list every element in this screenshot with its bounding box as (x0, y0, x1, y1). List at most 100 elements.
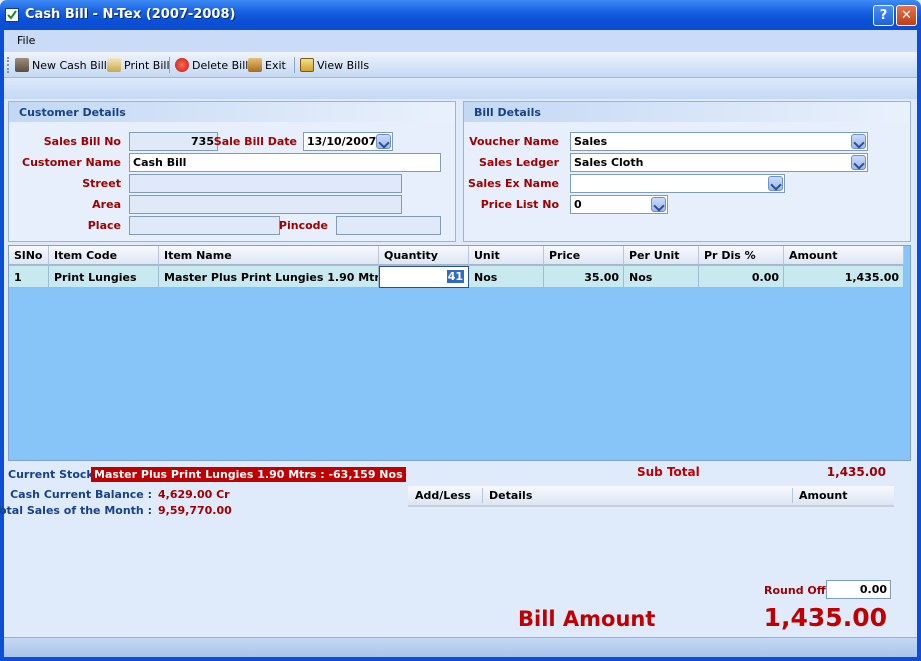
bill-details-heading: Bill Details (464, 102, 910, 122)
new-bill-icon (15, 58, 29, 72)
delete-bill-label: Delete Bill (192, 58, 249, 72)
exit-label: Exit (265, 58, 286, 72)
view-bills-button[interactable]: View Bills (300, 56, 369, 74)
area-label: Area (92, 198, 121, 211)
new-cash-bill-label: New Cash Bill (32, 58, 107, 72)
col-header-item-code[interactable]: Item Code (49, 246, 159, 265)
sales-ex-name-label: Sales Ex Name (468, 177, 559, 190)
close-button[interactable]: ✕ (896, 5, 917, 26)
month-sales-label: Total Sales of the Month : (0, 504, 152, 517)
table-cell-discount[interactable]: 0.00 (699, 266, 784, 288)
sales-ledger-value: Sales Cloth (574, 156, 644, 169)
col-header-per-unit[interactable]: Per Unit (624, 246, 699, 265)
current-stock-value: Master Plus Print Lungies 1.90 Mtrs : -6… (91, 467, 406, 482)
quantity-edit-cell[interactable]: 41 (379, 266, 469, 288)
price-list-no-value: 0 (574, 198, 582, 211)
col-header-unit[interactable]: Unit (469, 246, 544, 265)
chevron-down-icon[interactable] (851, 134, 866, 149)
chevron-down-icon[interactable] (376, 134, 391, 149)
add-less-grid[interactable]: Add/Less Details Amount (408, 486, 894, 507)
toolbar-separator (294, 57, 295, 73)
status-bar (4, 637, 917, 657)
place-field[interactable] (129, 216, 280, 235)
sales-bill-no-field[interactable]: 735 (129, 132, 218, 151)
col-header-discount[interactable]: Pr Dis % (699, 246, 784, 265)
voucher-name-value: Sales (574, 135, 608, 148)
col-header-slno[interactable]: SlNo (9, 246, 49, 265)
col-header-add-less[interactable]: Add/Less (415, 489, 471, 502)
new-cash-bill-button[interactable]: New Cash Bill (15, 56, 107, 74)
quantity-value: 41 (446, 270, 464, 283)
table-cell-amount[interactable]: 1,435.00 (784, 266, 904, 288)
table-cell-item-name[interactable]: Master Plus Print Lungies 1.90 Mtrs (159, 266, 379, 288)
street-label: Street (82, 177, 121, 190)
chevron-down-icon[interactable] (768, 176, 783, 191)
customer-name-label: Customer Name (22, 156, 121, 169)
price-list-no-label: Price List No (480, 198, 559, 211)
toolbar: New Cash Bill Print Bill Delete Bill Exi… (4, 52, 917, 78)
toolbar-separator (169, 57, 170, 73)
cash-balance-value: 4,629.00 Cr (158, 488, 230, 501)
sub-total-label: Sub Total (637, 465, 700, 479)
title-bar: Cash Bill - N-Tex (2007-2008) ? ✕ (0, 0, 921, 30)
sales-ledger-select[interactable]: Sales Cloth (570, 153, 868, 172)
sub-total-value: 1,435.00 (826, 465, 886, 479)
sale-bill-date-value: 13/10/2007 (307, 135, 377, 148)
col-header-item-name[interactable]: Item Name (159, 246, 379, 265)
voucher-name-label: Voucher Name (469, 135, 559, 148)
delete-icon (175, 58, 189, 72)
exit-door-icon (248, 58, 262, 72)
bill-details-group: Bill Details Voucher Name Sales Sales Le… (463, 101, 911, 242)
menu-file[interactable]: File (17, 34, 35, 47)
print-bill-button[interactable]: Print Bill (107, 56, 170, 74)
window-border-bottom (0, 657, 921, 661)
table-cell-price[interactable]: 35.00 (544, 266, 624, 288)
pincode-field[interactable] (336, 216, 441, 235)
current-stock-label: Current Stock (8, 468, 94, 481)
sales-bill-no-label: Sales Bill No (43, 135, 121, 148)
sale-bill-date-picker[interactable]: 13/10/2007 (303, 132, 393, 151)
table-cell-per-unit[interactable]: Nos (624, 266, 699, 288)
view-bills-icon (300, 58, 314, 72)
area-field[interactable] (129, 195, 402, 214)
street-field[interactable] (129, 174, 402, 193)
bill-amount-value: 1,435.00 (763, 603, 887, 632)
help-button[interactable]: ? (873, 5, 894, 26)
exit-button[interactable]: Exit (248, 56, 286, 74)
round-off-label: Round Off (764, 584, 826, 597)
col-header-quantity[interactable]: Quantity (379, 246, 469, 265)
window-border-left (0, 30, 4, 661)
column-divider (482, 488, 483, 503)
customer-name-field[interactable]: Cash Bill (129, 153, 441, 172)
sale-bill-date-label: Sale Bill Date (213, 135, 297, 148)
delete-bill-button[interactable]: Delete Bill (175, 56, 248, 74)
table-cell-item-code[interactable]: Print Lungies (49, 266, 159, 288)
col-header-amount[interactable]: Amount (784, 246, 904, 265)
menu-bar: File (4, 30, 917, 52)
toolbar-band (4, 79, 917, 99)
view-bills-label: View Bills (317, 58, 370, 72)
col-header-amount-addless[interactable]: Amount (799, 489, 847, 502)
sales-ledger-label: Sales Ledger (478, 156, 559, 169)
col-header-details[interactable]: Details (489, 489, 532, 502)
sales-ex-name-select[interactable] (570, 174, 785, 193)
table-cell-slno[interactable]: 1 (9, 266, 49, 288)
round-off-field[interactable]: 0.00 (826, 580, 891, 599)
items-grid[interactable]: SlNo Item Code Item Name Quantity Unit P… (8, 245, 911, 461)
print-bill-label: Print Bill (124, 58, 170, 72)
place-label: Place (87, 219, 121, 232)
col-header-price[interactable]: Price (544, 246, 624, 265)
bill-amount-label: Bill Amount (518, 607, 656, 631)
printer-icon (107, 58, 121, 72)
window-border-right (917, 30, 921, 661)
cash-balance-label: Cash Current Balance : (10, 488, 152, 501)
chevron-down-icon[interactable] (651, 197, 666, 212)
table-cell-unit[interactable]: Nos (469, 266, 544, 288)
customer-details-heading: Customer Details (9, 102, 455, 122)
voucher-name-select[interactable]: Sales (570, 132, 868, 151)
month-sales-value: 9,59,770.00 (158, 504, 232, 517)
price-list-no-select[interactable]: 0 (570, 195, 668, 214)
chevron-down-icon[interactable] (851, 155, 866, 170)
toolbar-grip[interactable] (7, 57, 10, 73)
checkmark-app-icon (5, 8, 19, 22)
